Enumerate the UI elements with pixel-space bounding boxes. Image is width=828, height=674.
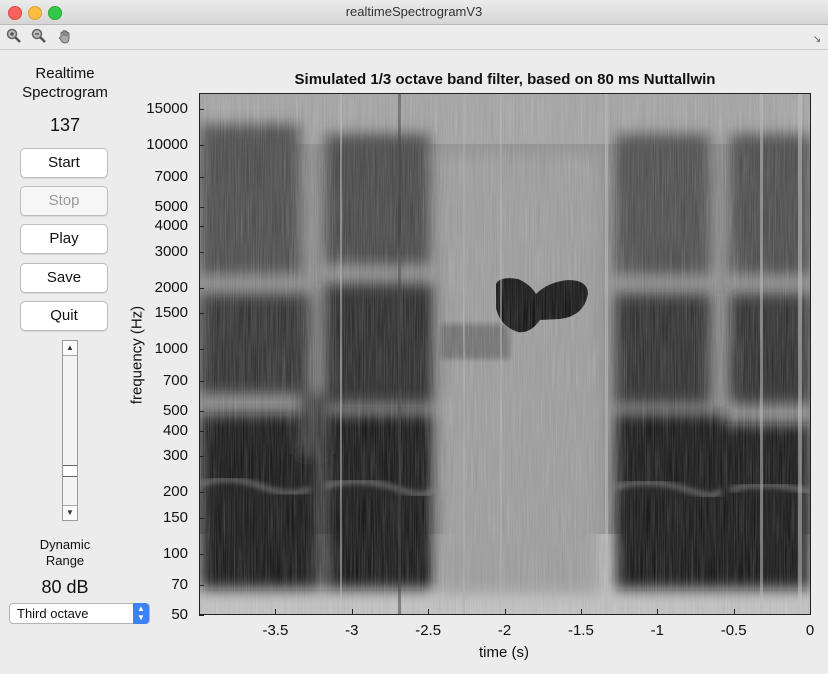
dynamic-range-label: Dynamic Range bbox=[8, 537, 122, 569]
x-tick-mark bbox=[580, 609, 582, 614]
quit-button[interactable]: Quit bbox=[20, 301, 108, 331]
y-tick-mark bbox=[199, 553, 204, 555]
y-tick-mark bbox=[199, 287, 204, 289]
slider-thumb[interactable] bbox=[63, 465, 77, 477]
y-tick-label: 100 bbox=[162, 544, 188, 562]
y-tick-mark bbox=[199, 492, 204, 494]
start-button[interactable]: Start bbox=[20, 148, 108, 178]
y-tick-mark bbox=[199, 109, 204, 111]
y-tick-mark bbox=[199, 145, 204, 147]
app-title-line1: Realtime bbox=[35, 65, 95, 82]
dynamic-range-label-line1: Dynamic bbox=[39, 537, 91, 552]
y-tick-label: 150 bbox=[162, 508, 188, 526]
y-tick-label: 400 bbox=[162, 421, 188, 439]
app-title-line2: Spectrogram bbox=[22, 84, 108, 101]
title-bar: realtimeSpectrogramV3 bbox=[0, 0, 828, 25]
y-tick-label: 7000 bbox=[154, 167, 188, 185]
x-axis-label: time (s) bbox=[479, 644, 529, 661]
save-button[interactable]: Save bbox=[20, 263, 108, 293]
y-tick-label: 3000 bbox=[154, 242, 188, 260]
y-tick-label: 15000 bbox=[146, 100, 188, 118]
x-tick-label: -1.5 bbox=[567, 622, 594, 639]
zoom-in-icon[interactable] bbox=[5, 28, 23, 46]
y-tick-label: 200 bbox=[162, 483, 188, 501]
x-tick-label: -2 bbox=[497, 622, 512, 639]
y-tick-mark bbox=[199, 226, 204, 228]
zoom-out-icon[interactable] bbox=[30, 28, 48, 46]
slider-up-arrow-icon[interactable]: ▲ bbox=[63, 341, 77, 356]
slider-down-arrow-icon[interactable]: ▼ bbox=[63, 505, 77, 520]
y-axis-label: frequency (Hz) bbox=[128, 305, 146, 405]
y-tick-label: 1500 bbox=[154, 304, 188, 322]
x-tick-label: 0 bbox=[805, 622, 815, 639]
app-title: Realtime Spectrogram bbox=[8, 64, 122, 102]
dynamic-range-slider[interactable]: ▲ ▼ bbox=[62, 340, 78, 521]
x-tick-mark bbox=[810, 609, 811, 614]
window-title: realtimeSpectrogramV3 bbox=[345, 4, 483, 19]
filter-type-value: Third octave bbox=[17, 606, 89, 621]
y-tick-mark bbox=[199, 410, 204, 412]
y-tick-mark bbox=[199, 206, 204, 208]
x-tick-label: -1 bbox=[650, 622, 664, 639]
stop-button[interactable]: Stop bbox=[20, 186, 108, 216]
y-tick-label: 5000 bbox=[154, 197, 188, 215]
y-tick-label: 10000 bbox=[146, 136, 188, 154]
y-tick-mark bbox=[199, 380, 204, 382]
filter-type-select[interactable]: Third octave ▲ ▼ bbox=[9, 603, 150, 624]
dynamic-range-label-line2: Range bbox=[45, 553, 85, 568]
y-tick-label: 300 bbox=[162, 447, 188, 465]
play-button[interactable]: Play bbox=[20, 224, 108, 254]
y-tick-label: 500 bbox=[162, 401, 188, 419]
x-tick-mark bbox=[351, 609, 353, 614]
y-tick-mark bbox=[199, 517, 204, 519]
x-tick-mark bbox=[428, 609, 430, 614]
y-tick-label: 4000 bbox=[154, 217, 188, 235]
dynamic-range-value: 80 dB bbox=[41, 577, 89, 597]
spectrogram-plot[interactable] bbox=[199, 93, 811, 615]
x-tick-label: -3.5 bbox=[262, 622, 289, 639]
y-tick-mark bbox=[199, 349, 204, 351]
pan-hand-icon[interactable] bbox=[56, 28, 74, 46]
y-tick-label: 70 bbox=[171, 576, 188, 594]
y-tick-mark bbox=[199, 585, 204, 587]
x-tick-mark bbox=[504, 609, 506, 614]
y-tick-mark bbox=[199, 430, 204, 432]
x-tick-mark bbox=[657, 609, 659, 614]
y-tick-mark bbox=[199, 251, 204, 253]
frame-counter: 137 bbox=[49, 115, 81, 135]
y-tick-mark bbox=[199, 313, 204, 315]
select-chevron-icon: ▲ ▼ bbox=[133, 603, 149, 624]
figure-toolbar: ↘ bbox=[0, 25, 828, 50]
y-tick-label: 50 bbox=[171, 606, 188, 623]
y-tick-mark bbox=[199, 615, 204, 616]
x-tick-label: -2.5 bbox=[415, 622, 442, 639]
plot-title: Simulated 1/3 octave band filter, based … bbox=[294, 71, 716, 88]
y-tick-mark bbox=[199, 176, 204, 178]
y-tick-label: 700 bbox=[162, 371, 188, 389]
toolbar-resize-icon[interactable]: ↘ bbox=[808, 31, 826, 49]
x-tick-mark bbox=[733, 609, 735, 614]
x-tick-label: -0.5 bbox=[720, 622, 747, 639]
y-tick-label: 1000 bbox=[154, 340, 188, 358]
y-tick-label: 2000 bbox=[154, 278, 188, 296]
y-tick-mark bbox=[199, 456, 204, 458]
x-tick-mark bbox=[275, 609, 277, 614]
spectrogram-image bbox=[200, 94, 810, 614]
x-tick-label: -3 bbox=[345, 622, 359, 639]
